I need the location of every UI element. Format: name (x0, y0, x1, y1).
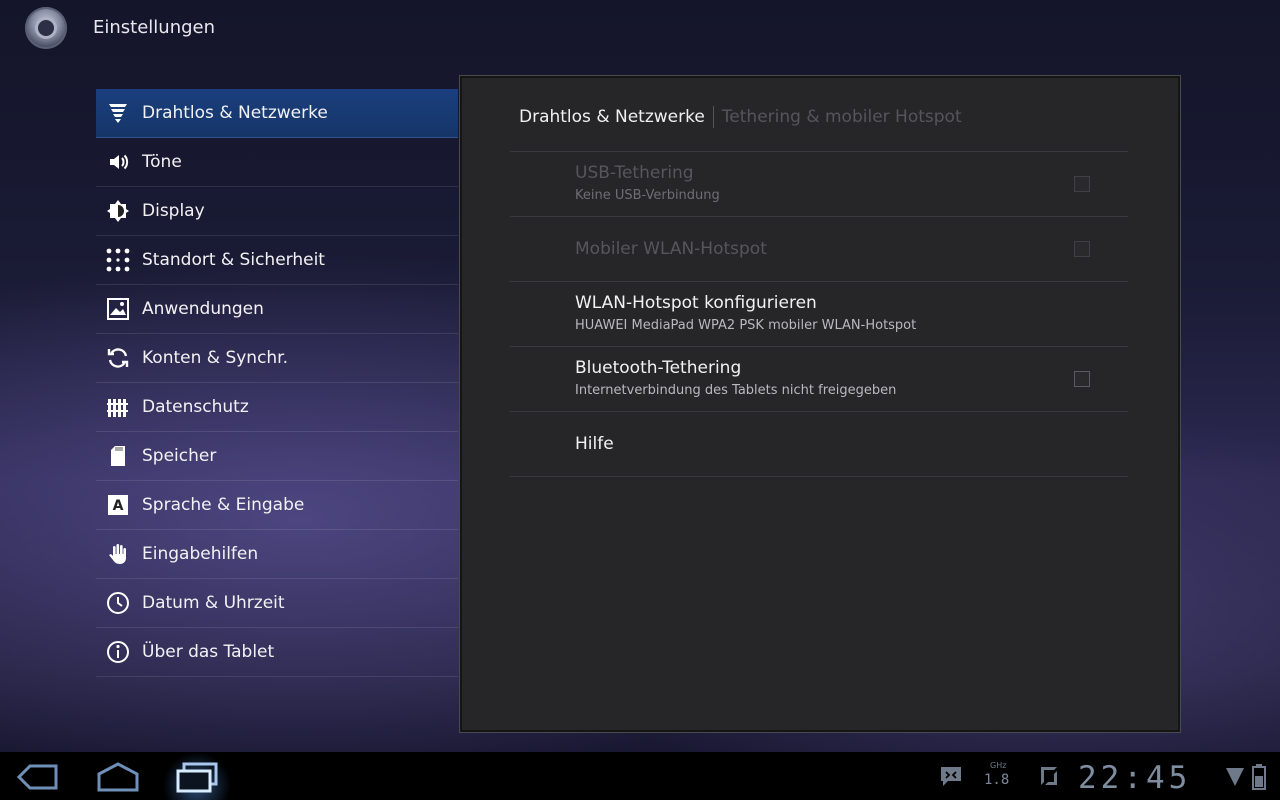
action-bar: Einstellungen (0, 0, 1280, 58)
back-icon[interactable] (16, 760, 58, 794)
header-location-security[interactable]: Standort & Sicherheit (96, 236, 458, 285)
header-date-time[interactable]: Datum & Uhrzeit (96, 579, 458, 628)
breadcrumb-current: Tethering & mobiler Hotspot (721, 107, 962, 127)
header-about-tablet[interactable]: Über das Tablet (96, 628, 458, 677)
debug-notification-icon[interactable] (938, 764, 964, 792)
location-grid-icon (105, 247, 131, 273)
applications-icon (105, 296, 131, 322)
pref-usb-tethering[interactable]: USB-Tethering Keine USB-Verbindung (510, 152, 1128, 217)
cpu-frequency-value: 1.8 (984, 772, 1010, 788)
header-accounts-sync[interactable]: Konten & Synchr. (96, 334, 458, 383)
header-wireless-networks[interactable]: Drahtlos & Netzwerke (96, 89, 458, 138)
signal-icon (1224, 764, 1246, 792)
sd-card-icon (105, 443, 131, 469)
wlan-hotspot-checkbox[interactable] (1074, 241, 1090, 257)
pref-summary: Keine USB-Verbindung (575, 188, 720, 203)
header-label: Sprache & Eingabe (142, 495, 305, 515)
settings-header-list: Drahtlos & Netzwerke Töne Display Stando… (96, 89, 458, 677)
svg-text:A: A (113, 498, 124, 514)
header-label: Display (142, 201, 205, 221)
pref-title: Bluetooth-Tethering (575, 358, 742, 378)
usb-tethering-checkbox[interactable] (1074, 176, 1090, 192)
keyboard-letter-icon: A (105, 492, 131, 518)
privacy-fence-icon (105, 394, 131, 420)
breadcrumb-parent[interactable]: Drahtlos & Netzwerke (519, 107, 705, 127)
app-title: Einstellungen (93, 17, 216, 38)
header-privacy[interactable]: Datenschutz (96, 383, 458, 432)
header-label: Eingabehilfen (142, 544, 259, 564)
preference-list: USB-Tethering Keine USB-Verbindung Mobil… (510, 151, 1128, 477)
header-label: Speicher (142, 446, 217, 466)
brightness-icon (105, 198, 131, 224)
header-label: Datenschutz (142, 397, 249, 417)
pref-title: USB-Tethering (575, 163, 694, 183)
clock-icon (105, 590, 131, 616)
cpu-frequency-unit: GHz (990, 761, 1007, 770)
header-display[interactable]: Display (96, 187, 458, 236)
pref-title: Hilfe (575, 434, 614, 454)
pref-title: Mobiler WLAN-Hotspot (575, 239, 767, 259)
cpu-notification-icon[interactable] (1038, 764, 1060, 792)
status-clock[interactable]: 22:45 (1078, 760, 1191, 796)
pref-help[interactable]: Hilfe (510, 412, 1128, 477)
recent-apps-icon[interactable] (174, 760, 220, 794)
header-label: Töne (142, 152, 182, 172)
header-label: Über das Tablet (142, 642, 275, 662)
battery-icon (1252, 764, 1266, 794)
pref-configure-wlan-hotspot[interactable]: WLAN-Hotspot konfigurieren HUAWEI MediaP… (510, 282, 1128, 347)
wireless-icon (105, 100, 131, 126)
speaker-icon (105, 149, 131, 175)
header-sounds[interactable]: Töne (96, 138, 458, 187)
pref-summary: HUAWEI MediaPad WPA2 PSK mobiler WLAN-Ho… (575, 318, 917, 333)
home-icon[interactable] (96, 760, 140, 794)
header-label: Anwendungen (142, 299, 264, 319)
header-label: Datum & Uhrzeit (142, 593, 285, 613)
header-label: Standort & Sicherheit (142, 250, 325, 270)
tethering-panel: Drahtlos & Netzwerke Tethering & mobiler… (459, 75, 1181, 733)
bluetooth-tethering-checkbox[interactable] (1074, 371, 1090, 387)
header-label: Drahtlos & Netzwerke (142, 103, 328, 123)
pref-mobile-wlan-hotspot[interactable]: Mobiler WLAN-Hotspot (510, 217, 1128, 282)
breadcrumb-divider (712, 106, 714, 128)
pref-bluetooth-tethering[interactable]: Bluetooth-Tethering Internetverbindung d… (510, 347, 1128, 412)
header-label: Konten & Synchr. (142, 348, 289, 368)
header-storage[interactable]: Speicher (96, 432, 458, 481)
breadcrumb: Drahtlos & Netzwerke Tethering & mobiler… (519, 106, 962, 128)
pref-title: WLAN-Hotspot konfigurieren (575, 293, 817, 313)
header-accessibility[interactable]: Eingabehilfen (96, 530, 458, 579)
header-applications[interactable]: Anwendungen (96, 285, 458, 334)
hand-icon (105, 541, 131, 567)
sync-icon (105, 345, 131, 371)
header-language-input[interactable]: A Sprache & Eingabe (96, 481, 458, 530)
pref-summary: Internetverbindung des Tablets nicht fre… (575, 383, 897, 398)
settings-app-icon[interactable] (25, 7, 67, 49)
info-icon (105, 639, 131, 665)
